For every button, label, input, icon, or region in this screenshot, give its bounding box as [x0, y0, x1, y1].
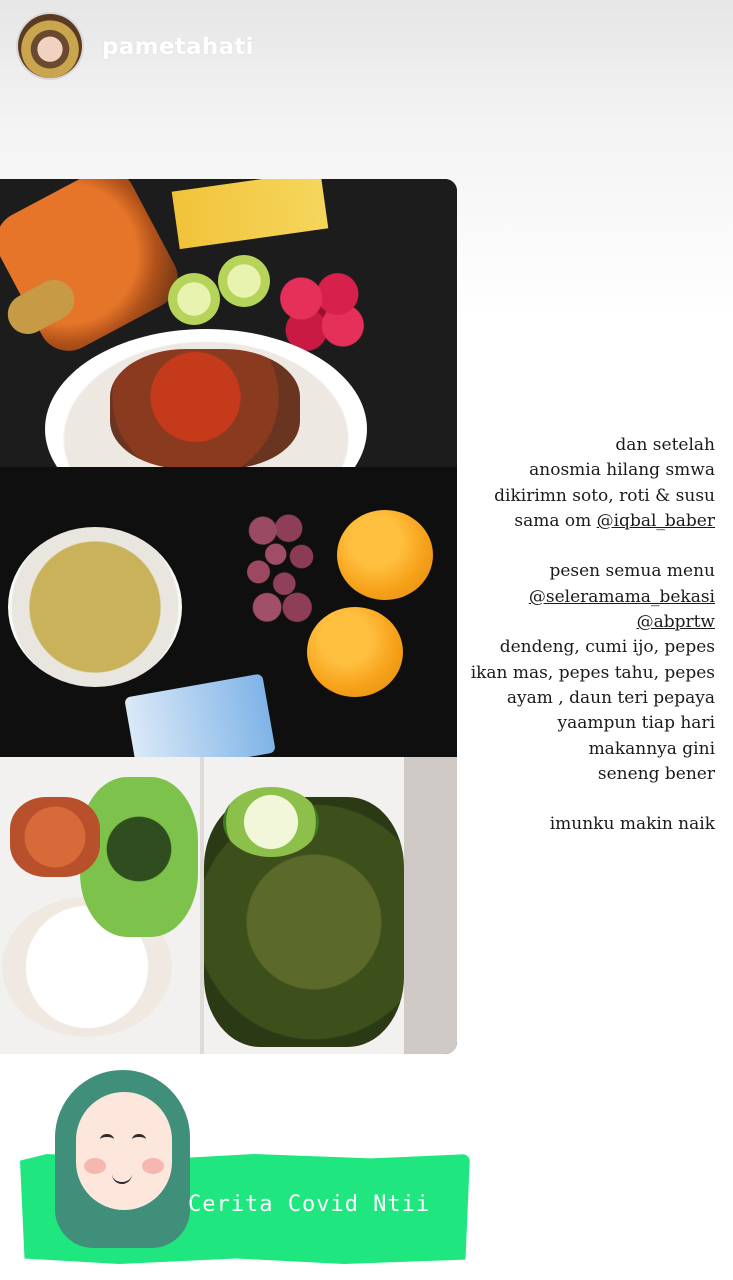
lime-image [168, 273, 220, 325]
cucumber-image [223, 787, 319, 857]
vegetables-image [80, 777, 198, 937]
mention-link[interactable]: @seleramama_bekasi [445, 585, 715, 610]
caption-text: sama om [514, 510, 597, 531]
mention-link[interactable]: @iqbal_baber [597, 511, 715, 531]
food-photo-collage [0, 179, 457, 1054]
ginger-drink-packet-image [171, 179, 329, 250]
rendang-image [110, 349, 300, 469]
caption-line: dan setelah [615, 435, 715, 455]
photo-rendang [0, 179, 457, 529]
cheek-icon [84, 1158, 106, 1174]
story-header: pametahati [0, 0, 733, 100]
caption-line: seneng bener [597, 763, 715, 784]
cheek-icon [142, 1158, 164, 1174]
username[interactable]: pametahati [102, 34, 254, 60]
photo-soto [0, 467, 457, 777]
mention-link[interactable]: @abprtw [445, 610, 715, 635]
lime-image [218, 255, 270, 307]
grapes-image [237, 507, 323, 625]
caption-line: dendeng, cumi ijo, pepes [499, 637, 715, 658]
orange-image [307, 607, 403, 697]
soto-bowl-image [8, 527, 182, 687]
caption-line: imunku makin naik [549, 814, 715, 835]
story-sticker[interactable]: Cerita Covid Ntii [20, 1070, 470, 1270]
story-caption: dan setelah anosmia hilang smwa dikirimn… [445, 433, 715, 838]
sticker-label: Cerita Covid Ntii [188, 1192, 431, 1217]
caption-line: yaampun tiap hari [557, 713, 715, 734]
sambal-image [10, 797, 100, 877]
character-face-icon [76, 1092, 172, 1210]
caption-line: anosmia hilang smwa [529, 460, 715, 481]
photo-lunchbox [0, 757, 457, 1054]
caption-line: dikirimn soto, roti & susu [494, 485, 715, 506]
caption-line: ayam , daun teri pepaya [506, 687, 715, 708]
caption-line: ikan mas, pepes tahu, pepes [470, 662, 715, 683]
caption-line: pesen semua menu [549, 561, 715, 582]
caption-line: sama om @iqbal_baber [445, 509, 715, 534]
profile-avatar[interactable] [18, 14, 82, 78]
caption-line: makannya gini [588, 738, 715, 759]
eye-icon [132, 1134, 146, 1145]
eye-icon [100, 1134, 114, 1145]
orange-image [337, 510, 433, 600]
